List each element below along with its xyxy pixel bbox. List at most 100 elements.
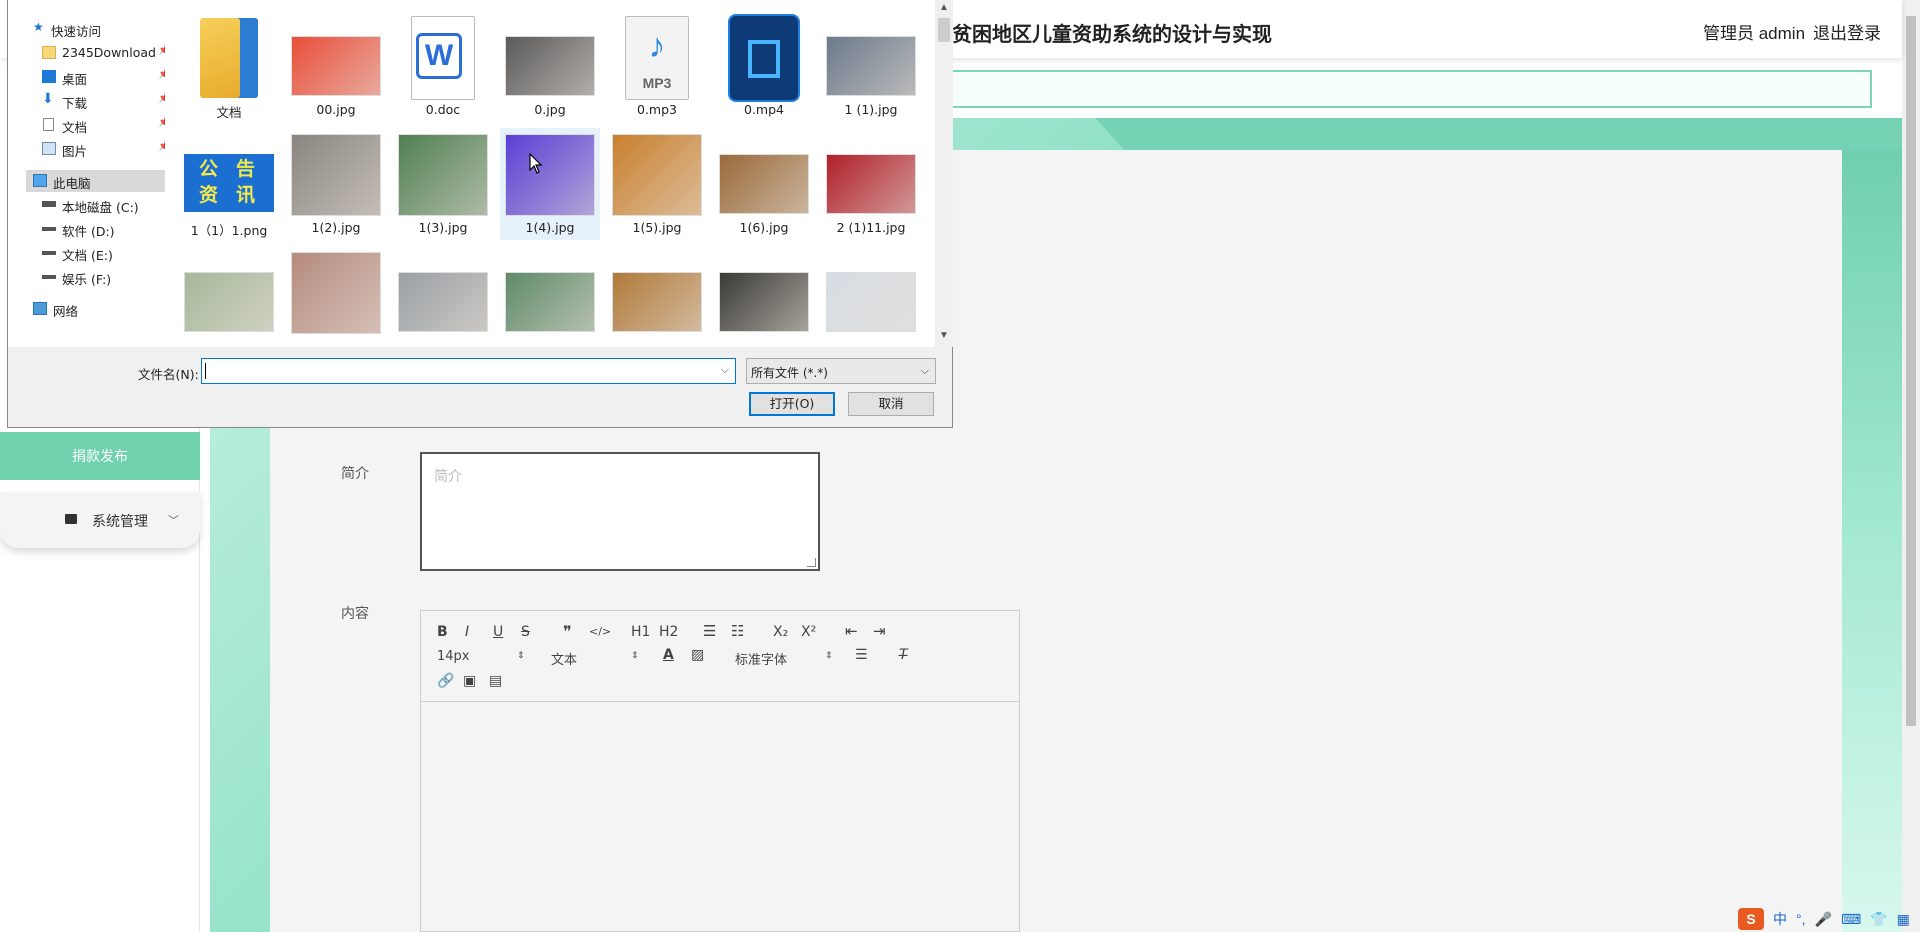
file-item[interactable]: 2 (1)11.jpg [821,128,921,240]
dialog-scrollbar[interactable]: ▲ ▼ [935,0,953,347]
font-color-icon[interactable]: A [663,647,674,663]
select-arrows-icon: ⇕ [517,651,525,661]
file-item[interactable] [714,246,814,347]
file-item[interactable] [821,246,921,347]
file-item[interactable]: ♪ MP3 0.mp3 [607,10,707,122]
header-select-value: 文本 [551,653,578,668]
strike-button[interactable]: S [521,624,530,640]
image-thumbnail [184,272,274,332]
filename-label: 文件名(N): [138,367,199,382]
file-item[interactable]: 00.jpg [286,10,386,122]
file-name: 1(3).jpg [418,220,468,235]
apps-icon[interactable]: ▦ [1897,911,1910,928]
file-name: 0.jpg [534,102,566,117]
desktop-icon [42,70,56,83]
cancel-button[interactable]: 取消 [848,392,934,416]
subscript-button[interactable]: X₂ [773,624,788,640]
file-name: 1 (1).jpg [844,102,898,117]
superscript-button[interactable]: X² [801,624,816,640]
sidebar-item-donate-publish[interactable]: 捐款发布 [0,432,200,480]
file-item[interactable] [500,246,600,347]
file-item[interactable]: 1(6).jpg [714,128,814,240]
page-scroll-thumb[interactable] [1906,16,1916,726]
nav-label: 图片 [62,144,88,159]
font-family-select[interactable]: 标准字体 ⇕ [735,649,835,668]
file-item[interactable]: 1(5).jpg [607,128,707,240]
outdent-icon[interactable]: ⇤ [845,622,858,640]
file-item[interactable]: 文档 [179,10,279,122]
header1-button[interactable]: H1 [631,624,650,640]
select-arrows-icon: ⇕ [825,651,833,661]
image-thumbnail [826,154,916,214]
video-icon[interactable]: ▤ [489,673,502,689]
logout-link[interactable]: 退出登录 [1813,19,1881,44]
italic-button[interactable]: I [465,624,469,640]
star-icon: ★ [33,20,44,34]
ime-language[interactable]: 中 [1773,909,1787,929]
sogou-ime-icon[interactable]: S [1738,908,1764,930]
nav-label: 文档 (E:) [62,248,113,263]
folder-icon [42,46,56,59]
file-name: 1（1）1.png [190,223,268,238]
content-label: 内容 [341,605,369,621]
page-scrollbar[interactable] [1902,0,1920,932]
font-family-value: 标准字体 [735,653,788,668]
nav-label: 此电脑 [53,176,91,191]
file-item[interactable]: 1 (1).jpg [821,10,921,122]
file-item[interactable]: W 0.doc [393,10,493,122]
file-item[interactable] [286,246,386,347]
select-arrows-icon: ⇕ [631,651,639,661]
file-item[interactable]: 1(2).jpg [286,128,386,240]
scroll-down-icon[interactable]: ▼ [939,330,949,341]
file-item[interactable]: 1(4).jpg [500,128,600,240]
file-item[interactable]: 公告 资讯 1（1）1.png [179,128,279,240]
punctuation-icon[interactable]: °, [1796,911,1806,927]
file-item[interactable] [607,246,707,347]
background-color-icon[interactable]: ▨ [691,647,704,663]
file-item[interactable]: 0.jpg [500,10,600,122]
sidebar-item-label: 系统管理 [92,513,148,529]
decorative-band [1095,118,1902,153]
sidebar-item-system-management[interactable]: 系统管理 ﹀ [0,492,200,548]
bold-button[interactable]: B [437,624,448,640]
keyboard-icon[interactable]: ⌨ [1841,911,1861,928]
font-size-value: 14px [437,649,470,664]
scroll-up-icon[interactable]: ▲ [939,2,949,13]
file-item[interactable] [393,246,493,347]
file-item[interactable]: 1(3).jpg [393,128,493,240]
intro-textarea[interactable]: 简介 [420,452,820,571]
image-icon[interactable]: ▣ [463,673,476,689]
file-open-dialog: ★ 快速访问 2345Download 📌 桌面 📌 ⬇ 下载 📌 文档 📌 图… [7,0,953,428]
image-thumbnail [398,272,488,332]
microphone-icon[interactable]: 🎤 [1815,911,1832,928]
file-name: 0.mp4 [744,102,784,117]
file-name: 0.doc [425,102,461,117]
file-item[interactable] [179,246,279,347]
ordered-list-icon[interactable]: ☰ [703,622,716,640]
file-item[interactable]: 0.mp4 [714,10,814,122]
header2-button[interactable]: H2 [659,624,678,640]
image-thumbnail [398,134,488,216]
nav-label: 娱乐 (F:) [62,272,112,287]
header-select[interactable]: 文本 ⇕ [551,649,641,668]
scroll-thumb[interactable] [938,18,950,42]
skin-icon[interactable]: 👕 [1870,911,1887,928]
open-button[interactable]: 打开(O) [749,392,835,416]
chevron-down-icon[interactable]: ⌵ [721,364,729,377]
filename-input[interactable]: ⌵ [201,358,736,384]
bullet-list-icon[interactable]: ☷ [731,622,744,640]
underline-button[interactable]: U [493,624,503,640]
navigation-pane: ★ 快速访问 2345Download 📌 桌面 📌 ⬇ 下载 📌 文档 📌 图… [8,0,170,347]
filetype-select[interactable]: 所有文件 (*.*) ⌵ [746,358,936,384]
nav-label: 网络 [53,304,79,319]
code-block-button[interactable]: </> [589,625,611,638]
indent-icon[interactable]: ⇥ [873,622,886,640]
intro-placeholder: 简介 [434,468,462,484]
blockquote-button[interactable]: ❞ [563,622,572,641]
mp4-icon [728,14,800,102]
clear-format-icon[interactable]: T̶ [899,647,908,663]
align-icon[interactable]: ☰ [855,647,868,663]
rich-text-editor[interactable]: B I U S ❞ </> H1 H2 ☰ ☷ X₂ X² ⇤ ⇥ 14px ⇕… [420,610,1020,932]
font-size-select[interactable]: 14px ⇕ [437,649,527,664]
link-icon[interactable]: 🔗 [437,673,454,689]
